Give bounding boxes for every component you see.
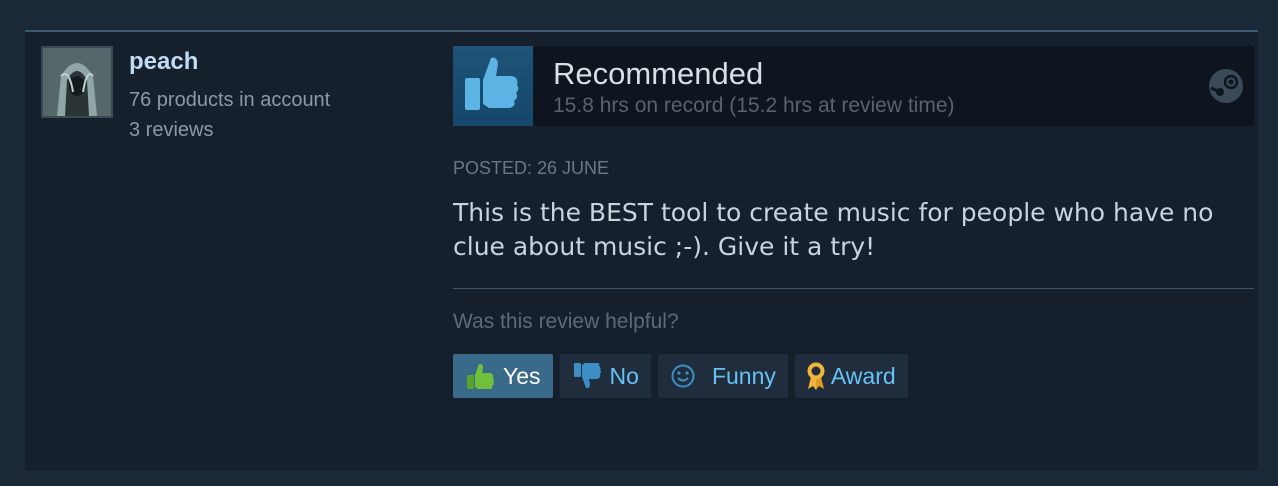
vote-funny-button[interactable]: Funny [657, 354, 788, 398]
smiley-icon [671, 364, 695, 388]
vote-no-button[interactable]: No [559, 354, 651, 398]
review-text: This is the BEST tool to create music fo… [453, 198, 1214, 261]
verdict-banner[interactable]: Recommended 15.8 hrs on record (15.2 hrs… [453, 46, 1254, 126]
author-reviews-count[interactable]: 3 reviews [129, 119, 213, 142]
posted-date: Posted: 26 June [453, 158, 610, 178]
avatar[interactable] [41, 46, 113, 118]
verdict-title: Recommended [553, 56, 764, 91]
divider [453, 288, 1254, 289]
helpful-question: Was this review helpful? [453, 310, 679, 333]
thumbs-up-icon [453, 46, 533, 126]
award-button[interactable]: Award [794, 354, 908, 398]
thumbs-up-icon [467, 363, 494, 389]
award-label: Award [830, 362, 896, 389]
award-ribbon-icon [807, 362, 825, 390]
vote-yes-button[interactable]: Yes [453, 354, 553, 398]
hours-on-record: 15.8 hrs on record (15.2 hrs at review t… [553, 94, 955, 117]
hooded-figure-avatar-icon [43, 48, 111, 116]
vote-buttons: Yes No Funny Award [453, 354, 908, 398]
review-card: peach 76 products in account 3 reviews R… [25, 30, 1258, 471]
vote-no-label: No [609, 362, 639, 389]
vote-funny-label: Funny [711, 362, 776, 389]
vote-yes-label: Yes [503, 362, 541, 389]
author-name[interactable]: peach [129, 48, 198, 76]
author-products-count[interactable]: 76 products in account [129, 89, 330, 112]
steam-logo-icon [1209, 69, 1243, 103]
thumbs-down-icon [573, 363, 601, 389]
